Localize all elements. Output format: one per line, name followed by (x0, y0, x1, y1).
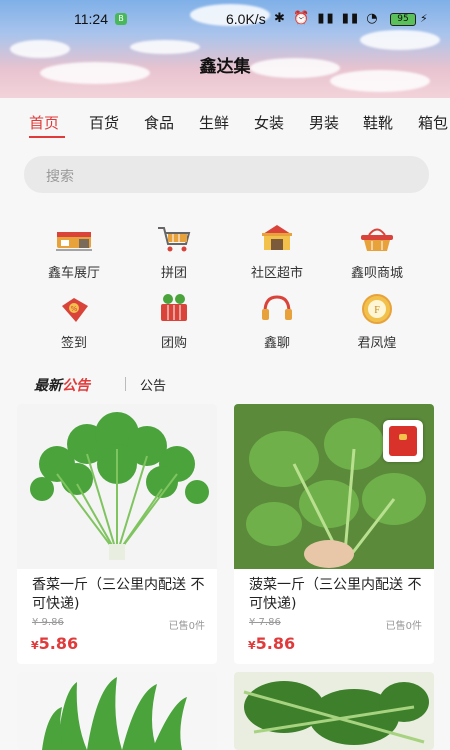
quick-link-label: 签到 (60, 336, 87, 351)
product-card[interactable]: 香菜一斤（三公里内配送 不可快递) ¥ 9.86 已售0件 ¥5.86 (17, 404, 217, 664)
tab-mens[interactable]: 男装 (309, 112, 339, 133)
svg-text:%: % (71, 305, 78, 313)
quick-link-label: 鑫车展厅 (47, 266, 100, 281)
product-card[interactable] (234, 672, 434, 750)
quick-link-label: 君凤煌 (357, 336, 397, 351)
page-title: 鑫达集 (199, 57, 251, 77)
tab-womens[interactable]: 女装 (254, 112, 284, 133)
tab-home[interactable]: 首页 (29, 112, 59, 133)
quick-link-car-showroom[interactable]: 鑫车展厅 (24, 222, 124, 281)
tab-shoes[interactable]: 鞋靴 (363, 112, 393, 133)
product-image-lettuce (17, 672, 217, 750)
product-card[interactable] (17, 672, 217, 750)
quick-link-label: 团购 (160, 336, 187, 351)
shopping-cart-icon (158, 227, 191, 252)
status-time: 11:24 (74, 11, 108, 27)
active-tab-indicator (29, 136, 65, 138)
svg-text:F: F (374, 305, 380, 316)
product-name: 香菜一斤（三公里内配送 不可快递) (32, 577, 205, 612)
car-showroom-icon (56, 232, 92, 251)
quick-link-junfenghuang[interactable]: F 君凤煌 (327, 292, 427, 351)
quick-link-label: 鑫呗商城 (350, 266, 403, 281)
product-image-greens (234, 672, 434, 750)
quick-link-team-purchase[interactable]: 团购 (124, 292, 224, 351)
search-bar[interactable]: 搜索 (24, 156, 429, 193)
search-input[interactable]: 搜索 (46, 166, 74, 186)
product-price: ¥5.86 (248, 634, 296, 653)
app-header: 11:24 B 6.0K/s ✱ ⏰ ▮▮ ▮▮ ◔ 95 ⚡ 鑫达集 (0, 0, 450, 98)
quick-link-chat[interactable]: 鑫聊 (227, 292, 327, 351)
product-name: 菠菜一斤（三公里内配送 不可快递) (249, 577, 422, 612)
quick-link-mall[interactable]: 鑫呗商城 (327, 222, 427, 281)
product-sold-count: 已售0件 (385, 621, 422, 632)
tab-food[interactable]: 食品 (144, 112, 174, 133)
status-icons: ✱ ⏰ ▮▮ ▮▮ ◔ (274, 11, 380, 26)
announcement-text: 公告 (140, 379, 167, 394)
quick-link-supermarket[interactable]: 社区超市 (227, 222, 327, 281)
charging-icon: ⚡ (420, 12, 428, 25)
coupon-icon: % (62, 298, 88, 322)
quick-link-check-in[interactable]: % 签到 (24, 292, 124, 351)
product-price: ¥5.86 (31, 634, 79, 653)
group-buy-basket-icon (161, 294, 187, 321)
shopping-basket-icon (361, 228, 393, 251)
tab-bags[interactable]: 箱包 (418, 112, 448, 133)
quick-link-label: 社区超市 (250, 266, 303, 281)
notification-badge: B (115, 13, 127, 25)
quick-link-label: 拼团 (160, 266, 187, 281)
battery-icon: 95 (390, 13, 416, 26)
product-original-price: ¥ 7.86 (249, 617, 281, 628)
tab-fresh[interactable]: 生鲜 (199, 112, 229, 133)
category-tabs: 首页 百货 食品 生鲜 女装 男装 鞋靴 箱包 (0, 104, 450, 144)
product-original-price: ¥ 9.86 (32, 617, 64, 628)
product-sold-count: 已售0件 (168, 621, 205, 632)
supermarket-icon (262, 225, 292, 250)
divider (125, 377, 126, 391)
red-envelope-icon (389, 426, 417, 456)
quick-link-group-buy[interactable]: 拼团 (124, 222, 224, 281)
red-packet-button[interactable] (383, 420, 423, 462)
coin-icon: F (362, 294, 392, 324)
tab-general-goods[interactable]: 百货 (89, 112, 119, 133)
product-image-coriander (17, 404, 217, 569)
network-speed: 6.0K/s (226, 11, 266, 27)
announcement-bar[interactable]: 最新公告 公告 (0, 370, 450, 398)
headset-icon (262, 295, 292, 320)
status-bar: 11:24 B 6.0K/s ✱ ⏰ ▮▮ ▮▮ ◔ 95 ⚡ (0, 8, 450, 32)
announcement-logo: 最新公告 (34, 378, 90, 394)
quick-link-label: 鑫聊 (263, 336, 290, 351)
